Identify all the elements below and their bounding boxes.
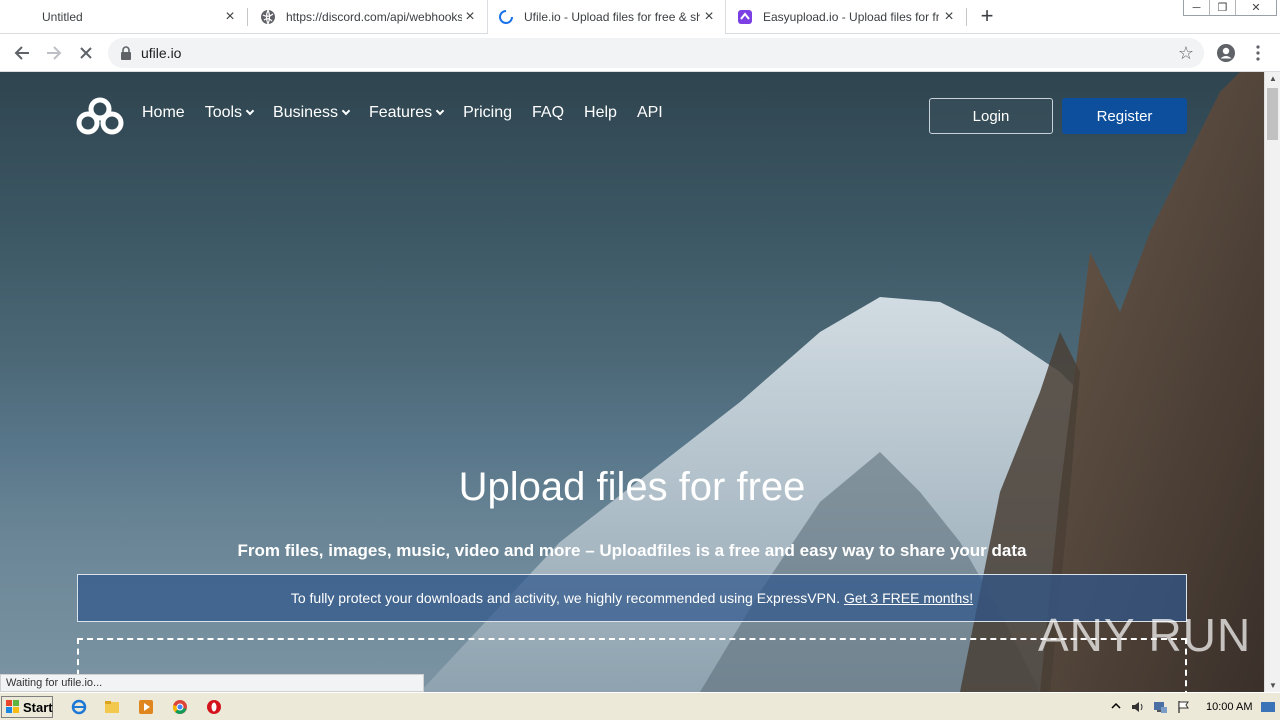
profile-icon[interactable]: [1214, 41, 1238, 65]
menu-kebab-icon[interactable]: [1246, 41, 1270, 65]
close-tab-icon[interactable]: ×: [941, 9, 957, 25]
nav-label: Features: [368, 104, 433, 121]
window-controls: ─ ❐ ✕: [1183, 0, 1277, 16]
nav-features[interactable]: Features: [368, 104, 445, 122]
nav-label: Tools: [204, 104, 243, 121]
browser-tabstrip: Untitled × https://discord.com/api/webho…: [0, 0, 1280, 34]
chevron-down-icon: [341, 106, 351, 116]
close-tab-icon[interactable]: ×: [462, 9, 478, 25]
tab-untitled[interactable]: Untitled ×: [0, 0, 246, 34]
main-nav: Home Tools Business Features Pricing FAQ…: [142, 104, 683, 122]
start-button[interactable]: Start: [1, 696, 53, 718]
notice-text: To fully protect your downloads and acti…: [290, 590, 840, 606]
chevron-down-icon: [435, 106, 445, 116]
nav-home[interactable]: Home: [142, 104, 185, 122]
nav-api[interactable]: API: [637, 104, 663, 122]
chevron-down-icon: [245, 106, 255, 116]
tab-divider: [966, 8, 967, 26]
tab-divider: [247, 8, 248, 26]
stop-loading-icon[interactable]: [74, 41, 98, 65]
nav-business[interactable]: Business: [273, 104, 351, 122]
scrollbar-thumb[interactable]: [1267, 88, 1278, 140]
loading-spinner-icon: [498, 9, 514, 25]
taskbar-clock[interactable]: 10:00 AM: [1206, 701, 1252, 713]
file-explorer-icon[interactable]: [104, 699, 120, 715]
lock-icon: [120, 46, 132, 60]
hero-subtitle: From files, images, music, video and mor…: [237, 541, 1027, 560]
restore-icon[interactable]: ❐: [1210, 0, 1236, 15]
tab-title: Untitled: [42, 10, 83, 24]
nav-label: Help: [584, 104, 617, 121]
globe-icon: [260, 9, 276, 25]
media-player-icon[interactable]: [138, 699, 154, 715]
notice-link[interactable]: Get 3 FREE months!: [844, 590, 973, 606]
tab-title: Easyupload.io - Upload files for free: [763, 10, 939, 24]
new-tab-button[interactable]: +: [976, 5, 998, 28]
page-viewport: Home Tools Business Features Pricing FAQ…: [0, 72, 1264, 692]
anyrun-watermark: ANY RUN: [1038, 608, 1251, 662]
start-label: Start: [23, 699, 53, 715]
nav-label: Home: [142, 104, 185, 121]
forward-arrow-icon[interactable]: [42, 41, 66, 65]
status-bubble: Waiting for ufile.io...: [0, 674, 424, 692]
internet-explorer-icon[interactable]: [71, 699, 87, 715]
url-text: ufile.io: [141, 45, 182, 61]
chrome-icon[interactable]: [172, 699, 188, 715]
nav-label: Pricing: [463, 104, 513, 121]
window-close-icon[interactable]: ✕: [1236, 0, 1276, 15]
close-tab-icon[interactable]: ×: [222, 9, 238, 25]
opera-icon[interactable]: [206, 699, 222, 715]
page-scrollbar[interactable]: ▲ ▼: [1264, 72, 1280, 692]
nav-tools[interactable]: Tools: [204, 104, 255, 122]
nav-faq[interactable]: FAQ: [532, 104, 564, 122]
nav-pricing[interactable]: Pricing: [463, 104, 512, 122]
nav-help[interactable]: Help: [584, 104, 617, 122]
minimize-icon[interactable]: ─: [1184, 0, 1210, 15]
tab-title: https://discord.com/api/webhooks/9: [286, 10, 462, 24]
back-arrow-icon[interactable]: [10, 41, 34, 65]
nav-label: API: [636, 104, 663, 121]
easyupload-icon: [737, 9, 753, 25]
login-button[interactable]: Login: [929, 98, 1053, 134]
network-icon[interactable]: [1152, 699, 1168, 715]
hero-title: Upload files for free: [458, 465, 806, 509]
tab-ufile[interactable]: Ufile.io - Upload files for free & share…: [487, 0, 726, 34]
tab-title: Ufile.io - Upload files for free & share: [524, 10, 700, 24]
nav-label: Business: [273, 104, 338, 121]
tray-expand-icon[interactable]: [1108, 699, 1124, 715]
ufile-logo[interactable]: [76, 97, 124, 137]
tab-discord-webhook[interactable]: https://discord.com/api/webhooks/9 ×: [250, 0, 486, 34]
close-tab-icon[interactable]: ×: [701, 9, 717, 25]
action-center-flag-icon[interactable]: [1176, 699, 1192, 715]
scroll-up-icon[interactable]: ▲: [1269, 74, 1277, 83]
browser-toolbar: ufile.io ☆: [0, 34, 1280, 72]
bookmark-star-icon[interactable]: ☆: [1178, 43, 1194, 64]
show-desktop-icon[interactable]: [1260, 699, 1276, 715]
windows-taskbar: Start 10:00 AM: [0, 692, 1280, 720]
volume-icon[interactable]: [1130, 699, 1146, 715]
vpn-notice-banner: To fully protect your downloads and acti…: [77, 574, 1187, 622]
tab-easyupload[interactable]: Easyupload.io - Upload files for free ×: [727, 0, 965, 34]
scroll-down-icon[interactable]: ▼: [1269, 681, 1277, 690]
windows-logo-icon: [6, 700, 20, 714]
nav-label: FAQ: [532, 104, 565, 121]
register-button[interactable]: Register: [1062, 98, 1187, 134]
address-bar[interactable]: ufile.io ☆: [108, 38, 1204, 68]
watermark-text: ANY RUN: [1038, 609, 1252, 661]
